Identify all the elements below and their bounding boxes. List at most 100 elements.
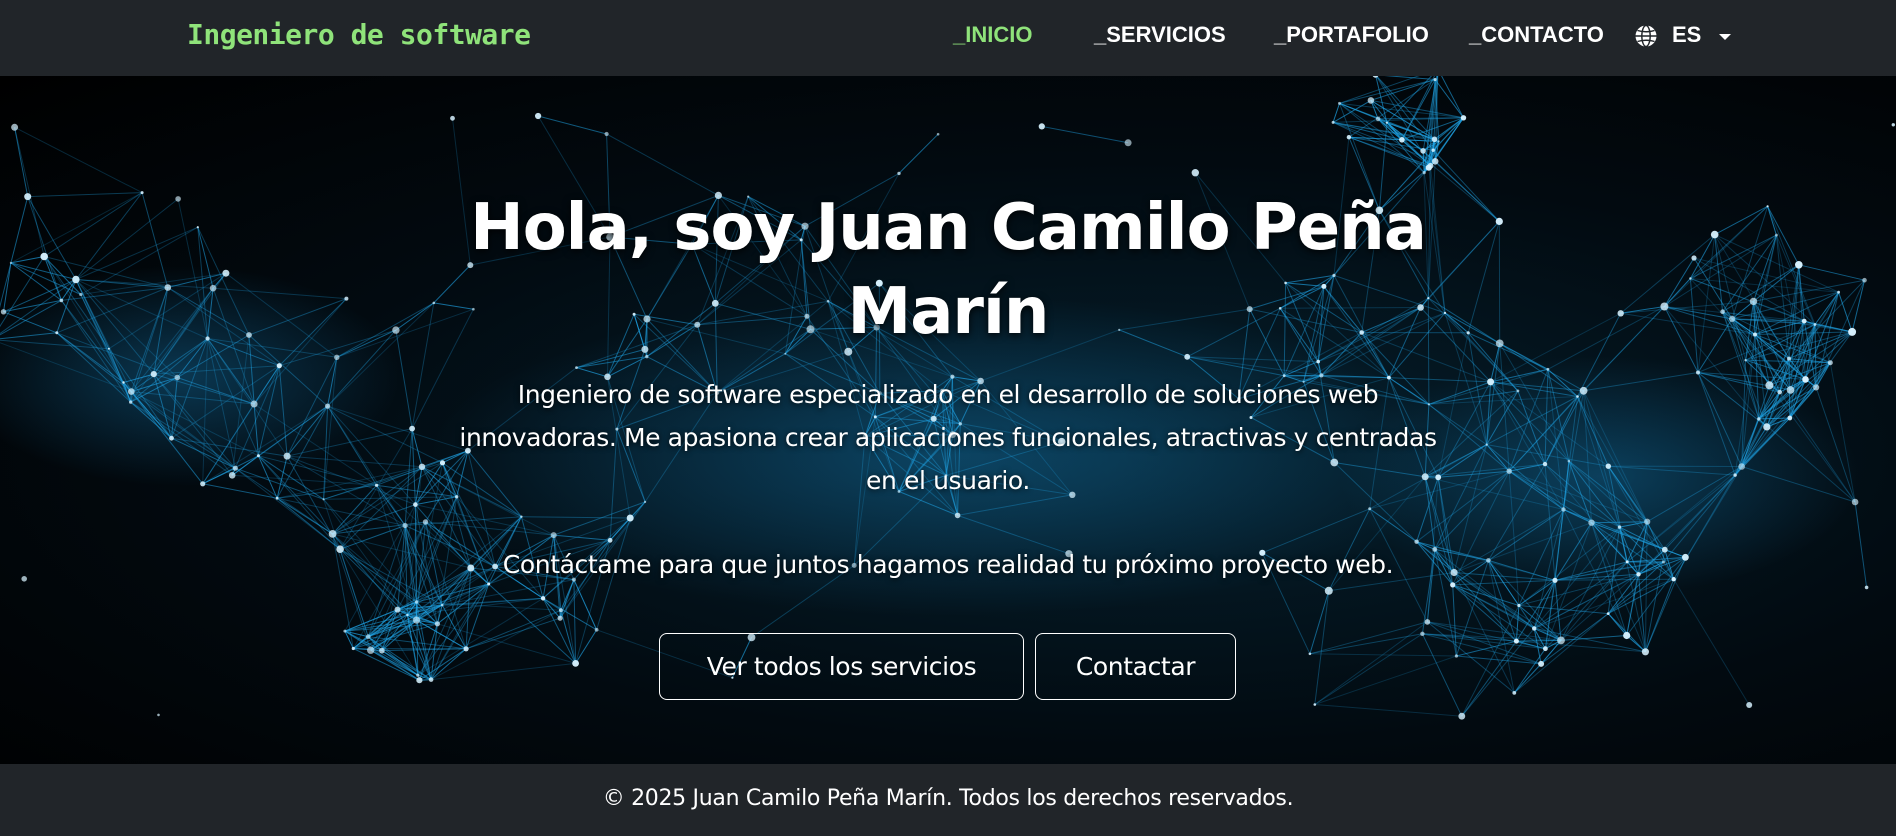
- network-node: [174, 374, 181, 381]
- hero-description: Ingeniero de software especializado en e…: [459, 380, 1437, 495]
- network-node: [550, 532, 557, 539]
- network-node: [196, 226, 199, 229]
- network-line: [1854, 501, 1868, 588]
- network-node: [520, 515, 523, 518]
- network-line: [1314, 633, 1423, 705]
- network-node: [1660, 302, 1669, 311]
- network-node: [1532, 626, 1537, 631]
- network-node: [1512, 691, 1517, 695]
- network-line: [465, 617, 561, 650]
- network-node: [325, 403, 331, 409]
- network-node: [604, 131, 609, 137]
- network-node: [1567, 459, 1571, 463]
- network-node: [1038, 123, 1045, 130]
- network-node: [1460, 115, 1467, 121]
- network-line: [1815, 292, 1840, 388]
- network-node: [1774, 233, 1778, 237]
- network-line: [898, 133, 939, 174]
- network-node: [1516, 389, 1520, 393]
- navbar: Ingeniero de software _INICIO _SERVICIOS…: [0, 0, 1896, 76]
- network-node: [1744, 359, 1747, 362]
- network-line: [367, 636, 419, 676]
- globe-icon: [1635, 24, 1657, 48]
- network-node: [1313, 703, 1317, 706]
- network-node: [1517, 603, 1521, 608]
- network-node: [283, 452, 291, 460]
- network-line: [202, 483, 278, 499]
- network-node: [440, 603, 444, 607]
- network-line: [1697, 234, 1716, 373]
- network-node: [572, 660, 579, 667]
- network-node: [1588, 519, 1595, 526]
- network-node: [1546, 367, 1550, 371]
- network-node: [1124, 139, 1132, 147]
- view-services-button[interactable]: Ver todos los servicios: [659, 633, 1024, 700]
- network-node: [1331, 120, 1335, 124]
- network-node: [1671, 577, 1676, 582]
- network-node: [1763, 423, 1771, 431]
- network-node: [1787, 415, 1793, 421]
- nav-item-portafolio[interactable]: _PORTAFOLIO: [1274, 22, 1429, 48]
- network-node: [129, 400, 133, 404]
- network-line: [14, 127, 29, 197]
- network-node: [392, 326, 400, 334]
- network-node: [1605, 463, 1612, 469]
- nav-item-servicios[interactable]: _SERVICIOS: [1094, 22, 1226, 48]
- nav-item-inicio[interactable]: _INICIO: [953, 22, 1032, 48]
- network-line: [1314, 621, 1428, 705]
- network-line: [1384, 76, 1436, 80]
- network-node: [379, 647, 385, 654]
- network-node: [1576, 395, 1579, 398]
- network-node: [140, 191, 144, 195]
- network-node: [1644, 518, 1651, 525]
- network-node: [1802, 376, 1809, 383]
- network-node: [1749, 297, 1758, 306]
- network-node: [9, 261, 12, 264]
- network-node: [1513, 638, 1519, 644]
- network-line: [1754, 331, 1853, 335]
- network-node: [416, 677, 423, 684]
- network-node: [222, 269, 230, 277]
- network-node: [1424, 619, 1431, 625]
- nav-item-contacto[interactable]: _CONTACTO: [1469, 22, 1604, 48]
- network-node: [1495, 339, 1504, 348]
- network-node: [1308, 652, 1312, 656]
- network-node: [1458, 712, 1466, 720]
- network-node: [375, 483, 379, 487]
- network-node: [1437, 140, 1440, 143]
- network-node: [1191, 169, 1200, 177]
- network-node: [1375, 116, 1381, 122]
- network-line: [537, 115, 607, 135]
- network-node: [1636, 572, 1641, 577]
- network-node: [1433, 77, 1437, 82]
- network-node: [897, 171, 901, 176]
- network-node: [205, 336, 210, 341]
- network-node: [434, 621, 440, 627]
- network-node: [1787, 356, 1791, 361]
- network-line: [14, 126, 143, 194]
- network-line: [1441, 76, 1464, 119]
- network-node: [1827, 360, 1833, 366]
- network-node: [412, 616, 421, 624]
- network-node: [1753, 332, 1757, 337]
- network-node: [540, 596, 546, 601]
- network-node: [1641, 648, 1649, 656]
- network-node: [1691, 255, 1697, 261]
- network-node: [175, 196, 181, 202]
- network-node: [1682, 553, 1689, 561]
- language-code: ES: [1672, 22, 1702, 47]
- caret-down-icon: [1719, 34, 1731, 40]
- network-node: [276, 363, 282, 369]
- network-node: [1579, 386, 1588, 395]
- network-node: [1623, 631, 1631, 640]
- network-node: [450, 115, 455, 121]
- network-node: [413, 502, 418, 507]
- network-node: [535, 112, 542, 120]
- network-node: [1485, 443, 1488, 446]
- network-node: [336, 545, 344, 553]
- network-node: [232, 465, 238, 471]
- network-node: [1495, 217, 1503, 225]
- network-line: [43, 192, 143, 257]
- contact-button[interactable]: Contactar: [1035, 633, 1236, 700]
- network-node: [1837, 290, 1840, 294]
